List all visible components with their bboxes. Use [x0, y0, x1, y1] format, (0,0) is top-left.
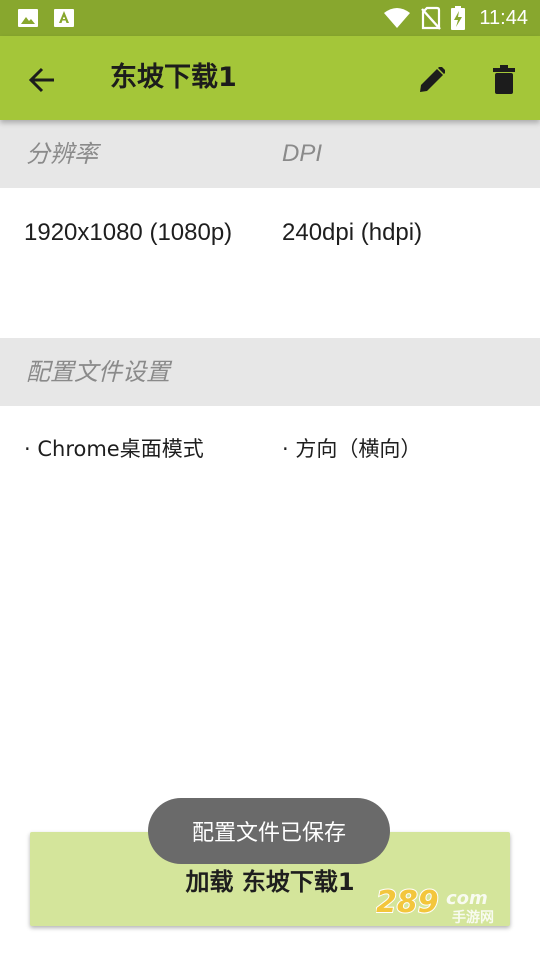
image-icon — [18, 9, 38, 27]
trash-icon — [493, 65, 515, 94]
watermark-number: 289 — [376, 885, 439, 920]
status-right-icons: 11:44 — [383, 4, 528, 32]
resolution-header: 分辨率 — [26, 140, 98, 168]
resolution-value: 1920x1080 (1080p) — [24, 219, 233, 246]
pencil-icon — [420, 67, 445, 92]
back-button[interactable] — [22, 60, 62, 100]
site-watermark-logo: 289 com 手游网 — [376, 884, 494, 926]
arrow-back-icon — [28, 67, 54, 93]
dpi-value: 240dpi (hdpi) — [282, 219, 423, 246]
watermark-subtitle: 手游网 — [452, 909, 494, 926]
toast-message: 配置文件已保存 — [191, 821, 346, 846]
status-time: 11:44 — [479, 6, 528, 29]
delete-button[interactable] — [482, 58, 526, 102]
status-left-icons — [18, 9, 74, 27]
wifi-icon — [384, 8, 411, 28]
load-profile-label: 加载 东坡下载1 — [185, 867, 355, 896]
battery-charging-icon — [451, 6, 466, 30]
saved-toast: 配置文件已保存 — [148, 798, 390, 864]
watermark-suffix: com — [446, 888, 488, 909]
no-sim-icon — [421, 6, 442, 30]
font-icon — [54, 9, 74, 27]
dpi-header: DPI — [282, 140, 323, 167]
display-section-header: 分辨率 DPI — [0, 120, 540, 188]
feature-item-orientation: · 方向（横向） — [282, 437, 422, 461]
app-bar: 东坡下载1 — [0, 36, 540, 120]
profile-section-header: 配置文件设置 — [0, 338, 540, 406]
profile-settings-header: 配置文件设置 — [26, 358, 170, 386]
edit-button[interactable] — [410, 58, 454, 102]
status-bar: 11:44 — [0, 0, 540, 36]
feature-item-chrome-desktop: · Chrome桌面模式 — [24, 437, 204, 461]
page-title: 东坡下载1 — [110, 62, 237, 93]
